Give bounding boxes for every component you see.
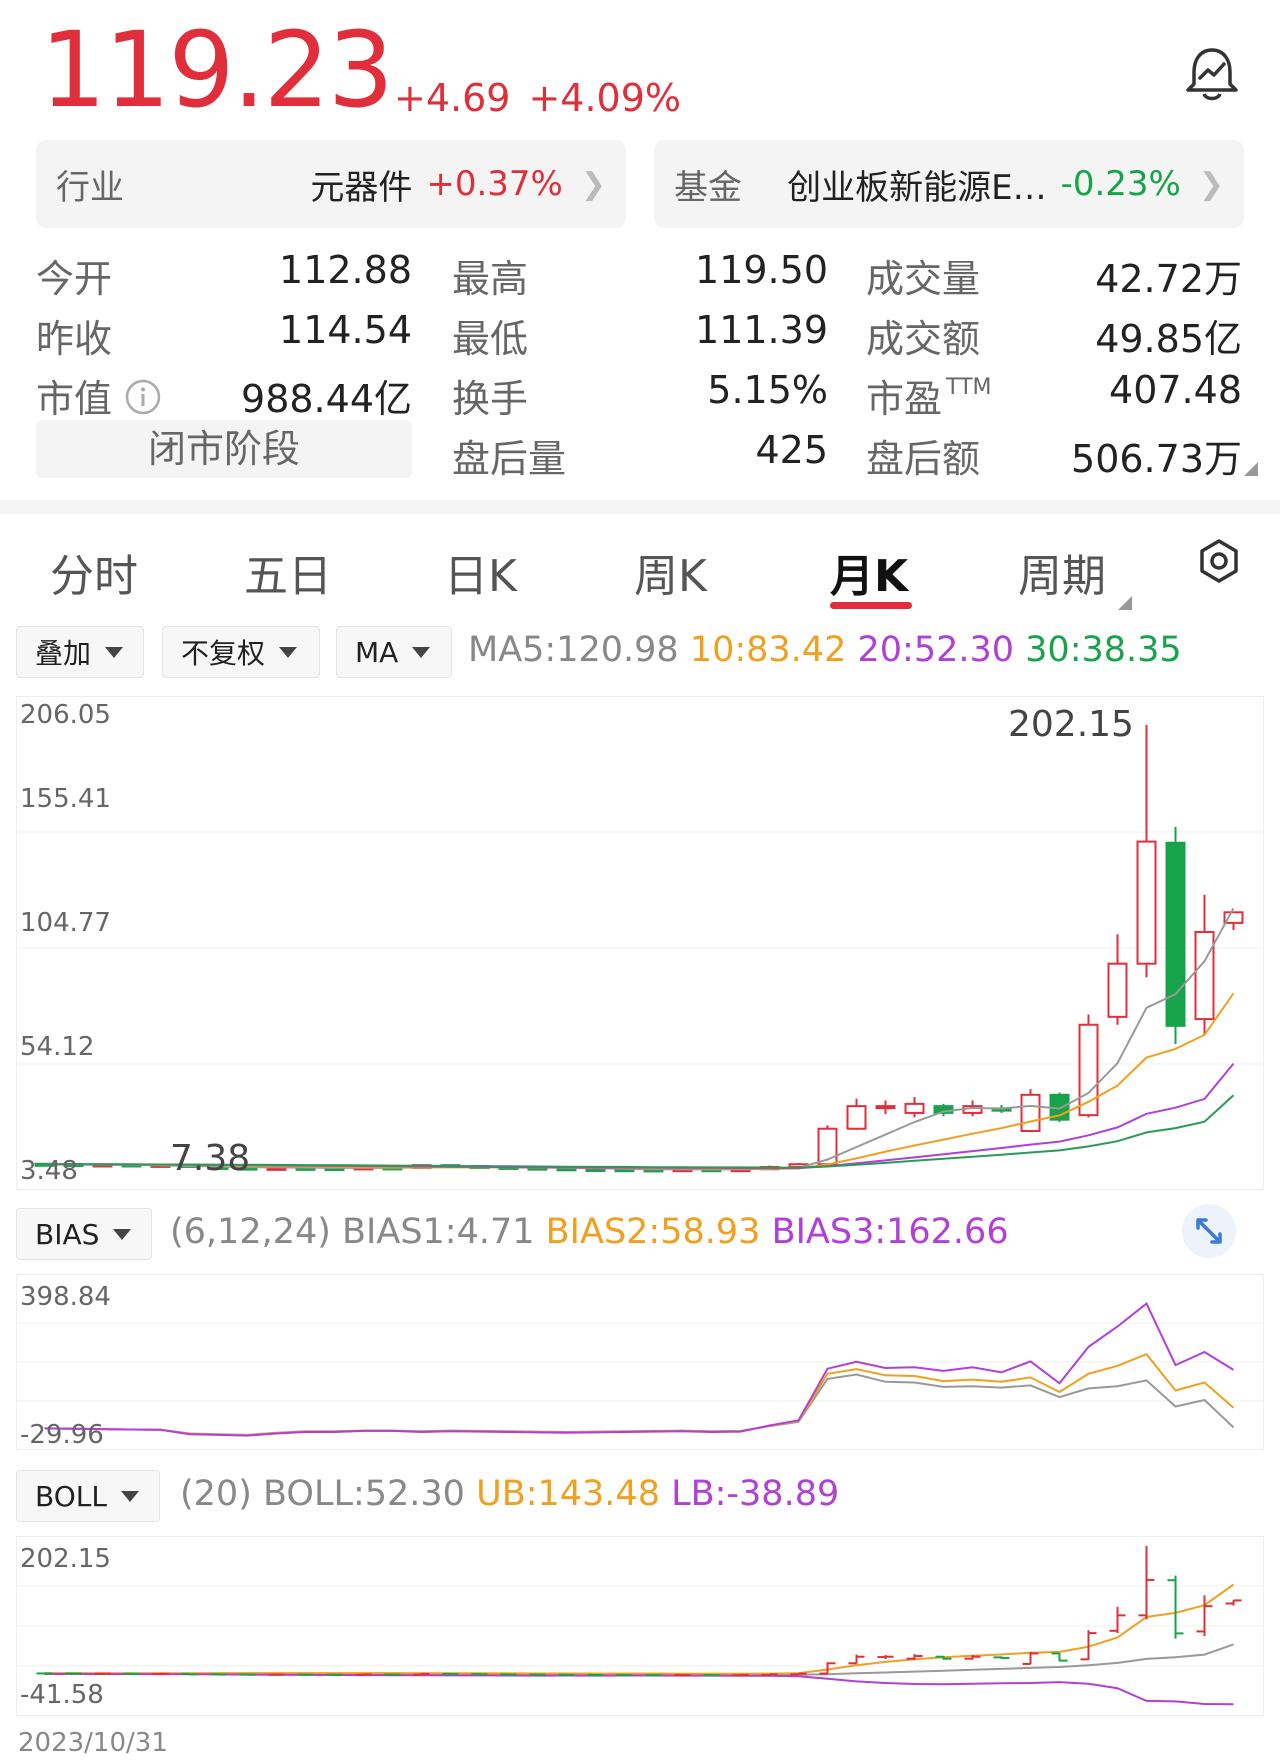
boll-mid-value: BOLL:52.30 — [263, 1474, 465, 1514]
ma5-line — [44, 907, 1235, 1171]
boll-dropdown[interactable]: BOLL — [16, 1470, 160, 1522]
boll-params: (20) — [180, 1474, 252, 1514]
expand-arrows-icon[interactable] — [1182, 1204, 1236, 1258]
bias-chart-frame — [16, 1274, 1264, 1450]
caret-down-icon — [113, 1228, 132, 1240]
boll-legend: (20) BOLL:52.30 UB:143.48 LB:-38.89 — [180, 1474, 839, 1514]
candle-up — [1020, 1093, 1041, 1132]
boll-dropdown-label: BOLL — [35, 1479, 107, 1513]
min-low-annotation: 7.38 — [170, 1138, 251, 1179]
bias-legend: (6,12,24) BIAS1:4.71 BIAS2:58.93 BIAS3:1… — [170, 1212, 1009, 1252]
bias1-value: BIAS1:4.71 — [342, 1212, 535, 1252]
candle-up — [875, 1105, 896, 1110]
boll-y-tick-top: 202.15 — [20, 1544, 111, 1574]
candle-up — [904, 1102, 925, 1114]
y-tick: 155.41 — [20, 784, 111, 814]
bias-dropdown-label: BIAS — [35, 1217, 100, 1251]
max-high-annotation: 202.15 — [1008, 704, 1134, 745]
bias-params: (6,12,24) — [170, 1212, 331, 1252]
bias-dropdown[interactable]: BIAS — [16, 1208, 152, 1260]
date-label: 2023/10/31 — [18, 1728, 168, 1758]
y-tick: 104.77 — [20, 908, 111, 938]
y-tick: 54.12 — [20, 1032, 95, 1062]
candle-down — [1165, 841, 1186, 1027]
boll-chart-frame — [16, 1536, 1264, 1716]
bias-y-tick-bottom: -29.96 — [20, 1420, 104, 1450]
boll-ub-value: UB:143.48 — [476, 1474, 660, 1514]
y-tick-bottom: 3.48 — [20, 1156, 78, 1186]
candle-up — [1136, 840, 1157, 965]
candle-up — [1194, 931, 1215, 1021]
candle-up — [1107, 962, 1128, 1018]
y-tick-top: 206.05 — [20, 700, 111, 730]
bias3-value: BIAS3:162.66 — [771, 1212, 1009, 1252]
boll-y-tick-bottom: -41.58 — [20, 1680, 104, 1710]
caret-down-icon — [120, 1490, 139, 1502]
boll-lb-value: LB:-38.89 — [671, 1474, 840, 1514]
bias2-value: BIAS2:58.93 — [545, 1212, 761, 1252]
bias-y-tick-top: 398.84 — [20, 1282, 111, 1312]
candle-up — [846, 1105, 867, 1130]
